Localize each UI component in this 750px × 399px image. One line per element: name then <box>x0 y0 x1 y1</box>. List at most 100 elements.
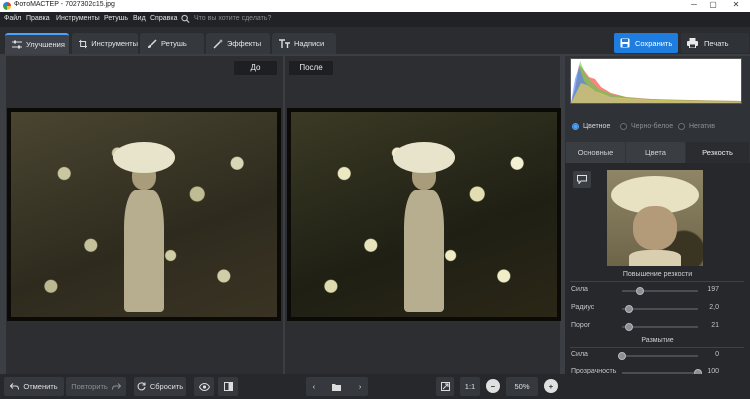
mode-label: Негатив <box>689 123 715 130</box>
slider-row: Сила 0 <box>571 351 745 361</box>
radio-unselected <box>678 123 685 130</box>
window-title: ФотоМАСТЕР - 7027302c15.jpg <box>14 1 115 8</box>
slider-track[interactable] <box>622 287 698 295</box>
before-label: До <box>234 61 277 75</box>
tab-label: Эффекты <box>227 39 262 48</box>
zoom-out-icon[interactable]: − <box>486 379 500 393</box>
tab-enhancements[interactable]: Улучшения <box>5 33 69 54</box>
slider-label: Сила <box>571 286 588 293</box>
tab-label: Инструменты <box>91 39 138 48</box>
before-photo <box>7 108 281 321</box>
menu-tools[interactable]: Инструменты <box>56 15 100 22</box>
after-photo <box>287 108 561 321</box>
undo-icon <box>10 383 20 390</box>
print-label: Печать <box>704 38 729 48</box>
menu-bar: Файл Правка Инструменты Ретушь Вид Справ… <box>0 12 750 27</box>
sharpen-section-title: Повышение резкости <box>622 271 693 278</box>
slider-track[interactable] <box>618 352 698 360</box>
tab-label: Надписи <box>294 39 325 48</box>
undo-label: Отменить <box>23 382 58 391</box>
radio-selected <box>572 123 579 130</box>
slider-handle[interactable] <box>624 323 633 331</box>
compare-view-button[interactable] <box>218 377 238 396</box>
fit-screen-button[interactable] <box>436 377 454 396</box>
slider-handle[interactable] <box>618 352 626 360</box>
menu-help[interactable]: Справка <box>150 15 177 22</box>
redo-button[interactable]: Повторить <box>66 377 126 396</box>
tab-text[interactable]: Надписи <box>272 33 336 54</box>
reset-button[interactable]: Сбросить <box>134 377 186 396</box>
section-divider <box>570 281 744 282</box>
undo-button[interactable]: Отменить <box>4 377 64 396</box>
search-icon[interactable] <box>181 14 190 24</box>
zoom-in-icon[interactable]: + <box>544 379 558 393</box>
text-icon <box>279 39 290 48</box>
sliders-icon <box>12 40 22 49</box>
print-button[interactable]: Печать <box>681 33 749 53</box>
slider-value: 2,0 <box>709 304 719 311</box>
mode-label: Черно-белое <box>631 123 674 130</box>
menu-view[interactable]: Вид <box>133 15 146 22</box>
tab-effects[interactable]: Эффекты <box>206 33 270 54</box>
subtab-sharpness[interactable]: Резкость <box>686 142 749 163</box>
printer-icon <box>687 38 698 48</box>
tab-label: Улучшения <box>26 40 65 49</box>
fit-screen-icon <box>440 382 450 391</box>
search-input[interactable]: Что вы хотите сделать? <box>194 15 271 22</box>
minimize-icon[interactable]: ─ <box>684 0 704 9</box>
title-bar: ФотоМАСТЕР - 7027302c15.jpg ─ ▢ ✕ <box>0 0 750 12</box>
mode-bw[interactable]: Черно-белое <box>620 123 673 130</box>
close-icon[interactable]: ✕ <box>726 0 746 9</box>
slider-handle[interactable] <box>636 287 645 295</box>
compare-button[interactable] <box>573 171 591 188</box>
menu-edit[interactable]: Правка <box>26 15 50 22</box>
zoom-level[interactable]: 50% <box>506 377 538 396</box>
actual-size-button[interactable]: 1:1 <box>460 377 480 396</box>
brush-icon <box>148 38 157 48</box>
tab-label: Ретушь <box>161 39 187 48</box>
radio-unselected <box>620 123 627 130</box>
subtab-colors[interactable]: Цвета <box>626 142 685 163</box>
image-navigator: ‹ › <box>306 377 368 396</box>
split-divider[interactable] <box>283 56 285 374</box>
save-button[interactable]: Сохранить <box>614 33 678 53</box>
preview-toggle-button[interactable] <box>194 377 214 396</box>
mode-label: Цветное <box>583 123 611 130</box>
save-icon <box>620 38 630 48</box>
folder-icon[interactable] <box>332 383 342 391</box>
slider-row: Порог 21 <box>571 322 745 332</box>
reset-icon <box>137 382 146 391</box>
slider-row: Сила 197 <box>571 286 745 296</box>
after-label: После <box>289 61 333 75</box>
slider-label: Сила <box>571 351 588 358</box>
slider-value: 21 <box>711 322 719 329</box>
eye-icon <box>198 382 210 391</box>
maximize-icon[interactable]: ▢ <box>703 0 723 9</box>
histogram <box>570 58 742 104</box>
tab-tools[interactable]: Инструменты <box>72 33 138 54</box>
slider-track[interactable] <box>622 323 698 331</box>
mode-color[interactable]: Цветное <box>572 123 610 130</box>
menu-retouch[interactable]: Ретушь <box>104 15 128 22</box>
save-label: Сохранить <box>635 38 673 48</box>
magic-wand-icon <box>213 38 223 49</box>
slider-handle[interactable] <box>624 305 633 313</box>
slider-value: 0 <box>715 351 719 358</box>
section-divider <box>570 347 744 348</box>
next-image-icon[interactable]: › <box>359 382 362 391</box>
bottom-toolbar: Отменить Повторить Сбросить ‹ › 1:1 − 50… <box>0 374 750 399</box>
menu-file[interactable]: Файл <box>4 15 21 22</box>
slider-value: 197 <box>707 286 719 293</box>
tab-retouch[interactable]: Ретушь <box>140 33 204 54</box>
zoom-preview <box>607 170 703 266</box>
redo-label: Повторить <box>71 382 108 391</box>
prev-image-icon[interactable]: ‹ <box>313 382 316 391</box>
slider-track[interactable] <box>622 305 698 313</box>
mode-negative[interactable]: Негатив <box>678 123 715 130</box>
blur-section-title: Размытие <box>641 337 674 344</box>
split-view-icon <box>223 382 233 391</box>
reset-label: Сбросить <box>149 382 184 391</box>
crop-icon <box>79 39 88 48</box>
subtab-basic[interactable]: Основные <box>566 142 625 163</box>
slider-label: Порог <box>571 322 591 329</box>
